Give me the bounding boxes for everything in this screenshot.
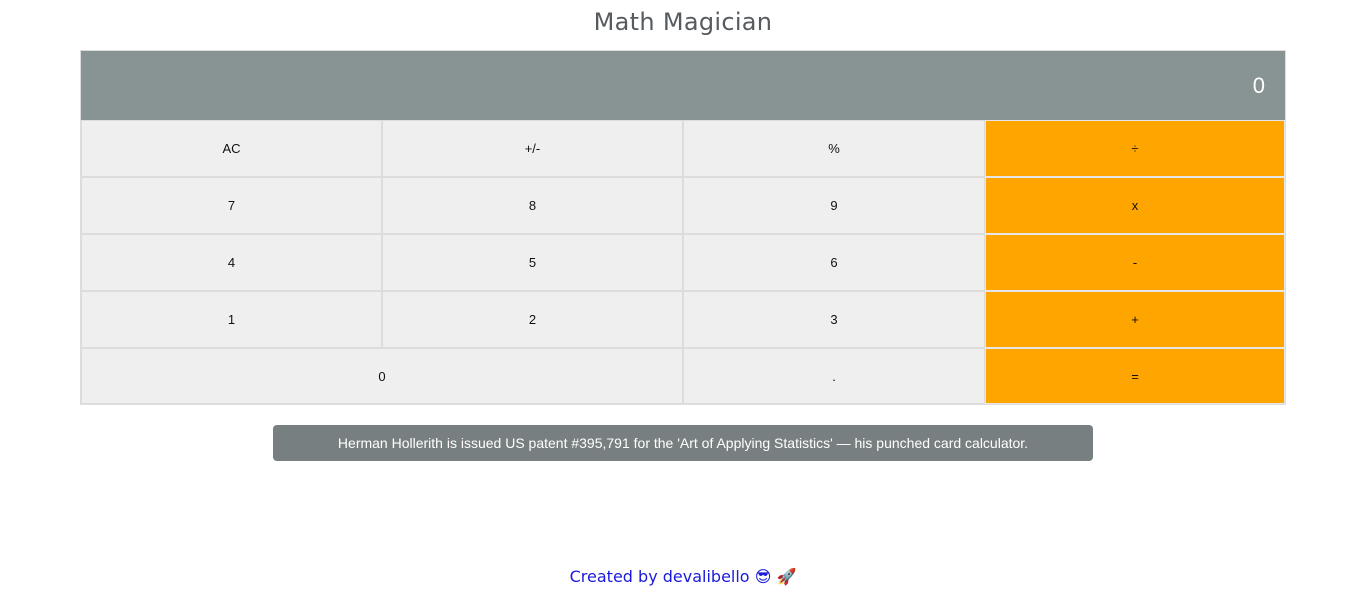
multiply-button[interactable]: x bbox=[985, 177, 1285, 234]
equals-button[interactable]: = bbox=[985, 348, 1285, 404]
digit-3-button[interactable]: 3 bbox=[683, 291, 985, 348]
digit-8-button[interactable]: 8 bbox=[382, 177, 683, 234]
calculator: 0 AC +/- % ÷ 7 8 9 x 4 5 6 - 1 2 3 + 0 .… bbox=[80, 50, 1286, 405]
add-button[interactable]: + bbox=[985, 291, 1285, 348]
subtract-button[interactable]: - bbox=[985, 234, 1285, 291]
sign-toggle-button[interactable]: +/- bbox=[382, 120, 683, 177]
digit-6-button[interactable]: 6 bbox=[683, 234, 985, 291]
clear-button[interactable]: AC bbox=[81, 120, 382, 177]
divide-button[interactable]: ÷ bbox=[985, 120, 1285, 177]
calculator-display: 0 bbox=[81, 51, 1285, 120]
math-fact-banner: Herman Hollerith is issued US patent #39… bbox=[273, 425, 1093, 461]
footer: Created by devalibello 😎 🚀 bbox=[0, 567, 1350, 586]
digit-7-button[interactable]: 7 bbox=[81, 177, 382, 234]
footer-prefix: Created by bbox=[569, 567, 658, 586]
digit-2-button[interactable]: 2 bbox=[382, 291, 683, 348]
footer-emoji-icons: 😎 🚀 bbox=[754, 567, 797, 586]
decimal-button[interactable]: . bbox=[683, 348, 985, 404]
page-title: Math Magician bbox=[593, 8, 773, 36]
author-link[interactable]: devalibello bbox=[663, 567, 750, 586]
percent-button[interactable]: % bbox=[683, 120, 985, 177]
digit-0-button[interactable]: 0 bbox=[81, 348, 683, 404]
math-fact-text: Herman Hollerith is issued US patent #39… bbox=[337, 435, 1029, 451]
digit-5-button[interactable]: 5 bbox=[382, 234, 683, 291]
digit-4-button[interactable]: 4 bbox=[81, 234, 382, 291]
keypad: AC +/- % ÷ 7 8 9 x 4 5 6 - 1 2 3 + 0 . = bbox=[81, 120, 1285, 404]
digit-1-button[interactable]: 1 bbox=[81, 291, 382, 348]
digit-9-button[interactable]: 9 bbox=[683, 177, 985, 234]
